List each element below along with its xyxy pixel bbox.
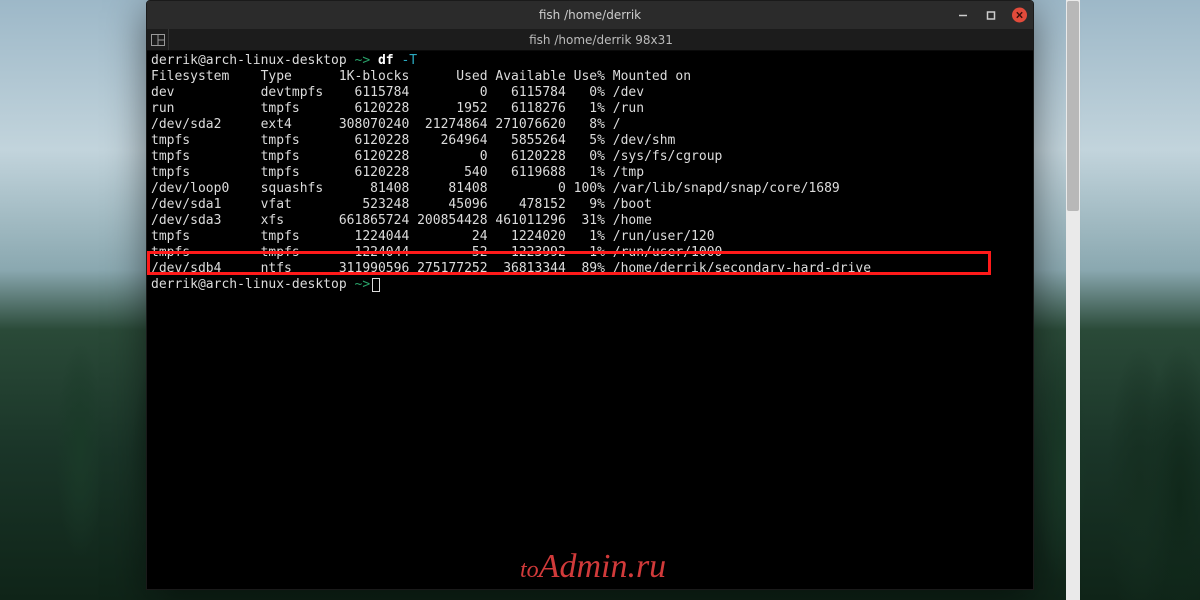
tab-bar: fish /home/derrik 98x31 xyxy=(147,29,1033,51)
df-row: /dev/loop0 squashfs 81408 81408 0 100% /… xyxy=(151,181,1029,197)
df-row: tmpfs tmpfs 1224044 24 1224020 1% /run/u… xyxy=(151,229,1029,245)
scrollbar-track[interactable] xyxy=(1066,0,1080,600)
window-titlebar[interactable]: fish /home/derrik xyxy=(147,1,1033,29)
split-panes-icon[interactable] xyxy=(147,29,169,50)
df-row: /dev/sda2 ext4 308070240 21274864 271076… xyxy=(151,117,1029,133)
prompt-line: derrik@arch-linux-desktop ~> xyxy=(151,277,1029,293)
df-header: Filesystem Type 1K-blocks Used Available… xyxy=(151,69,1029,85)
window-controls xyxy=(956,8,1027,23)
df-row: tmpfs tmpfs 1224044 52 1223992 1% /run/u… xyxy=(151,245,1029,261)
df-row: dev devtmpfs 6115784 0 6115784 0% /dev xyxy=(151,85,1029,101)
df-row: tmpfs tmpfs 6120228 0 6120228 0% /sys/fs… xyxy=(151,149,1029,165)
df-row: tmpfs tmpfs 6120228 540 6119688 1% /tmp xyxy=(151,165,1029,181)
df-row: /dev/sda3 xfs 661865724 200854428 461011… xyxy=(151,213,1029,229)
tab-label[interactable]: fish /home/derrik 98x31 xyxy=(169,33,1033,47)
minimize-button[interactable] xyxy=(956,8,970,22)
terminal-window: fish /home/derrik fish /home/derrik 98x3… xyxy=(146,0,1034,590)
scrollbar-thumb[interactable] xyxy=(1067,1,1079,211)
df-row: /dev/sda1 vfat 523248 45096 478152 9% /b… xyxy=(151,197,1029,213)
window-title: fish /home/derrik xyxy=(539,8,641,22)
page-scrollbar-track xyxy=(1066,0,1080,600)
cursor xyxy=(372,278,380,292)
prompt-line: derrik@arch-linux-desktop ~> df -T xyxy=(151,53,1029,69)
terminal-viewport[interactable]: derrik@arch-linux-desktop ~> df -TFilesy… xyxy=(147,51,1033,589)
df-row: tmpfs tmpfs 6120228 264964 5855264 5% /d… xyxy=(151,133,1029,149)
df-row: run tmpfs 6120228 1952 6118276 1% /run xyxy=(151,101,1029,117)
close-button[interactable] xyxy=(1012,8,1027,23)
df-row: /dev/sdb4 ntfs 311990596 275177252 36813… xyxy=(151,261,1029,277)
maximize-button[interactable] xyxy=(984,8,998,22)
